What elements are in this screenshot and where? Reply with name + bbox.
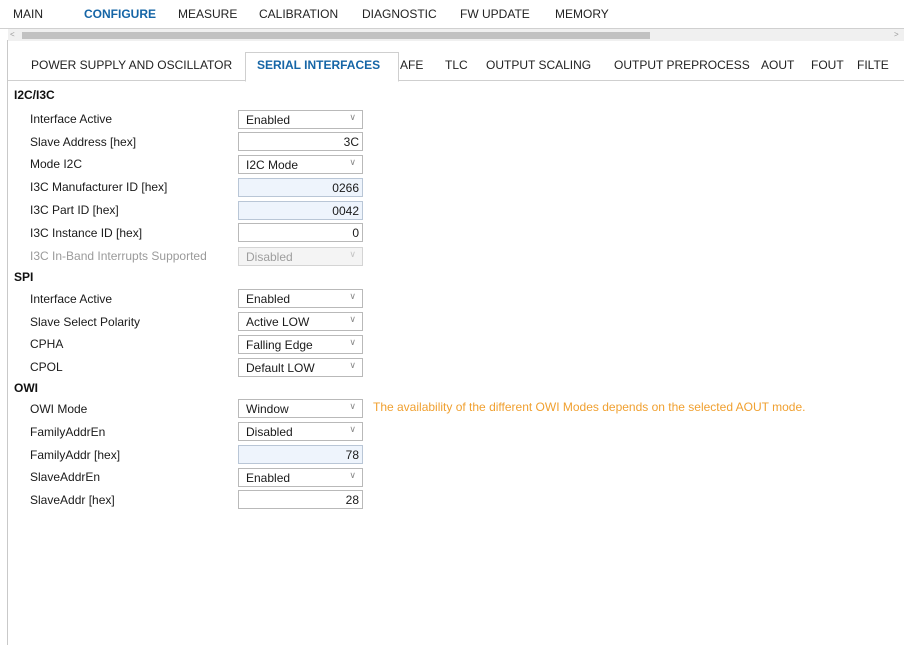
field-value: 0	[352, 226, 359, 240]
spi-slave-select-polarity-label: Slave Select Polarity	[30, 315, 141, 329]
owi-slave-addr-en-select[interactable]: Enabled ∨	[238, 468, 363, 487]
owi-family-addr-en-label: FamilyAddrEn	[30, 425, 106, 439]
subtab-serial-interfaces[interactable]: SERIAL INTERFACES	[257, 57, 380, 73]
chevron-down-icon: ∨	[349, 360, 356, 370]
field-value: 0042	[332, 204, 359, 218]
subtab-afe[interactable]: AFE	[400, 57, 423, 73]
i3c-manufacturer-id-label: I3C Manufacturer ID [hex]	[30, 180, 168, 194]
field-value: 28	[345, 493, 359, 507]
select-value: Falling Edge	[246, 338, 313, 352]
i2c-slave-address-field[interactable]: 3C	[238, 132, 363, 151]
i2c-interface-active-select[interactable]: Enabled ∨	[238, 110, 363, 129]
subtab-fout[interactable]: FOUT	[811, 57, 844, 73]
spi-interface-active-label: Interface Active	[30, 292, 113, 306]
tab-diagnostic[interactable]: DIAGNOSTIC	[362, 6, 437, 22]
chevron-down-icon: ∨	[349, 470, 356, 480]
chevron-down-icon: ∨	[349, 424, 356, 434]
tab-memory[interactable]: MEMORY	[555, 6, 609, 22]
i3c-ibi-select: Disabled ∨	[238, 247, 363, 266]
tab-fw-update[interactable]: FW UPDATE	[460, 6, 530, 22]
spi-slave-select-polarity-select[interactable]: Active LOW ∨	[238, 312, 363, 331]
tab-configure[interactable]: CONFIGURE	[84, 6, 156, 22]
subtab-output-scaling[interactable]: OUTPUT SCALING	[486, 57, 591, 73]
select-value: Enabled	[246, 471, 291, 485]
section-title-spi: SPI	[14, 270, 34, 284]
i2c-mode-select[interactable]: I2C Mode ∨	[238, 155, 363, 174]
spi-interface-active-select[interactable]: Enabled ∨	[238, 289, 363, 308]
subtab-filter[interactable]: FILTE	[857, 57, 889, 73]
chevron-down-icon: ∨	[349, 314, 356, 324]
spi-cpol-label: CPOL	[30, 360, 63, 374]
select-value: Default LOW	[246, 361, 315, 375]
i3c-part-id-field[interactable]: 0042	[238, 201, 363, 220]
owi-slave-addr-field[interactable]: 28	[238, 490, 363, 509]
tab-main[interactable]: MAIN	[13, 6, 43, 22]
select-value: Window	[246, 402, 289, 416]
subtab-aout[interactable]: AOUT	[761, 57, 794, 73]
i2c-slave-address-label: Slave Address [hex]	[30, 135, 137, 149]
select-value: Enabled	[246, 292, 291, 306]
spi-cpha-select[interactable]: Falling Edge ∨	[238, 335, 363, 354]
select-value: Disabled	[246, 250, 293, 264]
subtab-output-preprocess[interactable]: OUTPUT PREPROCESS	[614, 57, 750, 73]
i3c-ibi-label: I3C In-Band Interrupts Supported	[30, 249, 207, 263]
top-tab-bar: MAIN CONFIGURE MEASURE CALIBRATION DIAGN…	[0, 0, 904, 29]
section-title-owi: OWI	[14, 381, 38, 395]
select-value: I2C Mode	[246, 158, 299, 172]
i3c-instance-id-field[interactable]: 0	[238, 223, 363, 242]
field-value: 3C	[343, 135, 359, 149]
owi-mode-note: The availability of the different OWI Mo…	[373, 400, 806, 414]
chevron-down-icon: ∨	[349, 112, 356, 122]
owi-family-addr-label: FamilyAddr [hex]	[30, 448, 121, 462]
sub-tab-bar: POWER SUPPLY AND OSCILLATOR SERIAL INTER…	[8, 42, 904, 82]
i3c-manufacturer-id-field[interactable]: 0266	[238, 178, 363, 197]
i2c-mode-label: Mode I2C	[30, 157, 83, 171]
scroll-right-icon[interactable]: >	[894, 29, 902, 41]
select-value: Enabled	[246, 113, 291, 127]
owi-mode-label: OWI Mode	[30, 402, 88, 416]
scroll-left-icon[interactable]: <	[10, 29, 18, 41]
chevron-down-icon: ∨	[349, 291, 356, 301]
spi-cpha-label: CPHA	[30, 337, 64, 351]
content-border	[7, 40, 8, 645]
horizontal-scrollbar[interactable]: < >	[8, 29, 904, 41]
i2c-interface-active-label: Interface Active	[30, 112, 113, 126]
chevron-down-icon: ∨	[349, 157, 356, 167]
subtab-tlc[interactable]: TLC	[445, 57, 468, 73]
i3c-part-id-label: I3C Part ID [hex]	[30, 203, 119, 217]
i3c-instance-id-label: I3C Instance ID [hex]	[30, 226, 143, 240]
chevron-down-icon: ∨	[349, 337, 356, 347]
subtab-power-supply[interactable]: POWER SUPPLY AND OSCILLATOR	[31, 57, 232, 73]
owi-slave-addr-en-label: SlaveAddrEn	[30, 470, 101, 484]
spi-cpol-select[interactable]: Default LOW ∨	[238, 358, 363, 377]
owi-family-addr-en-select[interactable]: Disabled ∨	[238, 422, 363, 441]
tab-calibration[interactable]: CALIBRATION	[259, 6, 338, 22]
chevron-down-icon: ∨	[349, 249, 356, 259]
owi-mode-select[interactable]: Window ∨	[238, 399, 363, 418]
select-value: Active LOW	[246, 315, 310, 329]
chevron-down-icon: ∨	[349, 401, 356, 411]
select-value: Disabled	[246, 425, 293, 439]
field-value: 78	[345, 448, 359, 462]
field-value: 0266	[332, 181, 359, 195]
owi-slave-addr-label: SlaveAddr [hex]	[30, 493, 115, 507]
owi-family-addr-field[interactable]: 78	[238, 445, 363, 464]
scrollbar-thumb[interactable]	[22, 32, 650, 39]
tab-measure[interactable]: MEASURE	[178, 6, 237, 22]
section-title-i2c: I2C/I3C	[14, 88, 55, 102]
